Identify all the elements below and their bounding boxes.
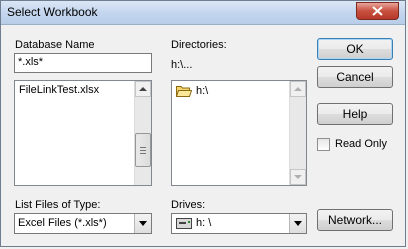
scroll-down-button[interactable] xyxy=(290,169,306,185)
scroll-thumb[interactable] xyxy=(135,133,151,167)
network-button[interactable]: Network... xyxy=(317,209,393,231)
drives-label: Drives: xyxy=(171,199,206,211)
cancel-button[interactable]: Cancel xyxy=(317,66,393,88)
drives-dropdown-button[interactable] xyxy=(289,214,306,233)
grip-line xyxy=(140,153,146,154)
dialog-title: Select Workbook xyxy=(7,5,98,19)
folder-open-icon xyxy=(176,86,192,97)
file-type-select[interactable]: Excel Files (*.xls*) xyxy=(14,213,152,234)
read-only-label: Read Only xyxy=(335,138,387,150)
file-type-value: Excel Files (*.xls*) xyxy=(18,217,107,229)
file-type-dropdown-button[interactable] xyxy=(134,214,151,233)
drive-icon xyxy=(176,218,192,229)
select-workbook-dialog: Select Workbook Database Name *.xls* Fil… xyxy=(0,0,406,247)
database-name-value: *.xls* xyxy=(18,56,44,68)
drives-select[interactable]: h: \ xyxy=(171,213,307,234)
directory-list-scrollbar[interactable] xyxy=(289,81,306,185)
close-icon xyxy=(372,6,383,16)
chevron-down-icon xyxy=(139,221,147,226)
read-only-checkbox[interactable] xyxy=(317,138,330,151)
title-bar: Select Workbook xyxy=(1,1,405,25)
grip-line xyxy=(140,150,146,151)
file-type-label: List Files of Type: xyxy=(15,199,101,211)
file-list-scrollbar[interactable] xyxy=(134,81,151,185)
grip-line xyxy=(140,147,146,148)
arrow-up-icon xyxy=(294,87,302,91)
arrow-up-icon xyxy=(139,87,147,91)
file-list-item[interactable]: FileLinkTest.xlsx xyxy=(19,84,99,96)
scroll-up-button[interactable] xyxy=(290,81,306,97)
directories-label: Directories: xyxy=(171,39,227,51)
current-path: h:\... xyxy=(171,59,193,71)
file-list[interactable]: FileLinkTest.xlsx xyxy=(14,80,152,186)
database-name-input[interactable]: *.xls* xyxy=(14,53,152,73)
directory-item-label: h:\ xyxy=(196,85,209,97)
directory-list[interactable]: h:\ xyxy=(171,80,307,186)
ok-button[interactable]: OK xyxy=(317,38,393,60)
arrow-down-icon xyxy=(294,175,302,179)
chevron-down-icon xyxy=(294,221,302,226)
scroll-up-button[interactable] xyxy=(135,81,151,97)
close-button[interactable] xyxy=(356,2,399,20)
help-button[interactable]: Help xyxy=(317,103,393,125)
drives-value: h: \ xyxy=(196,217,212,229)
database-name-label: Database Name xyxy=(15,39,95,51)
